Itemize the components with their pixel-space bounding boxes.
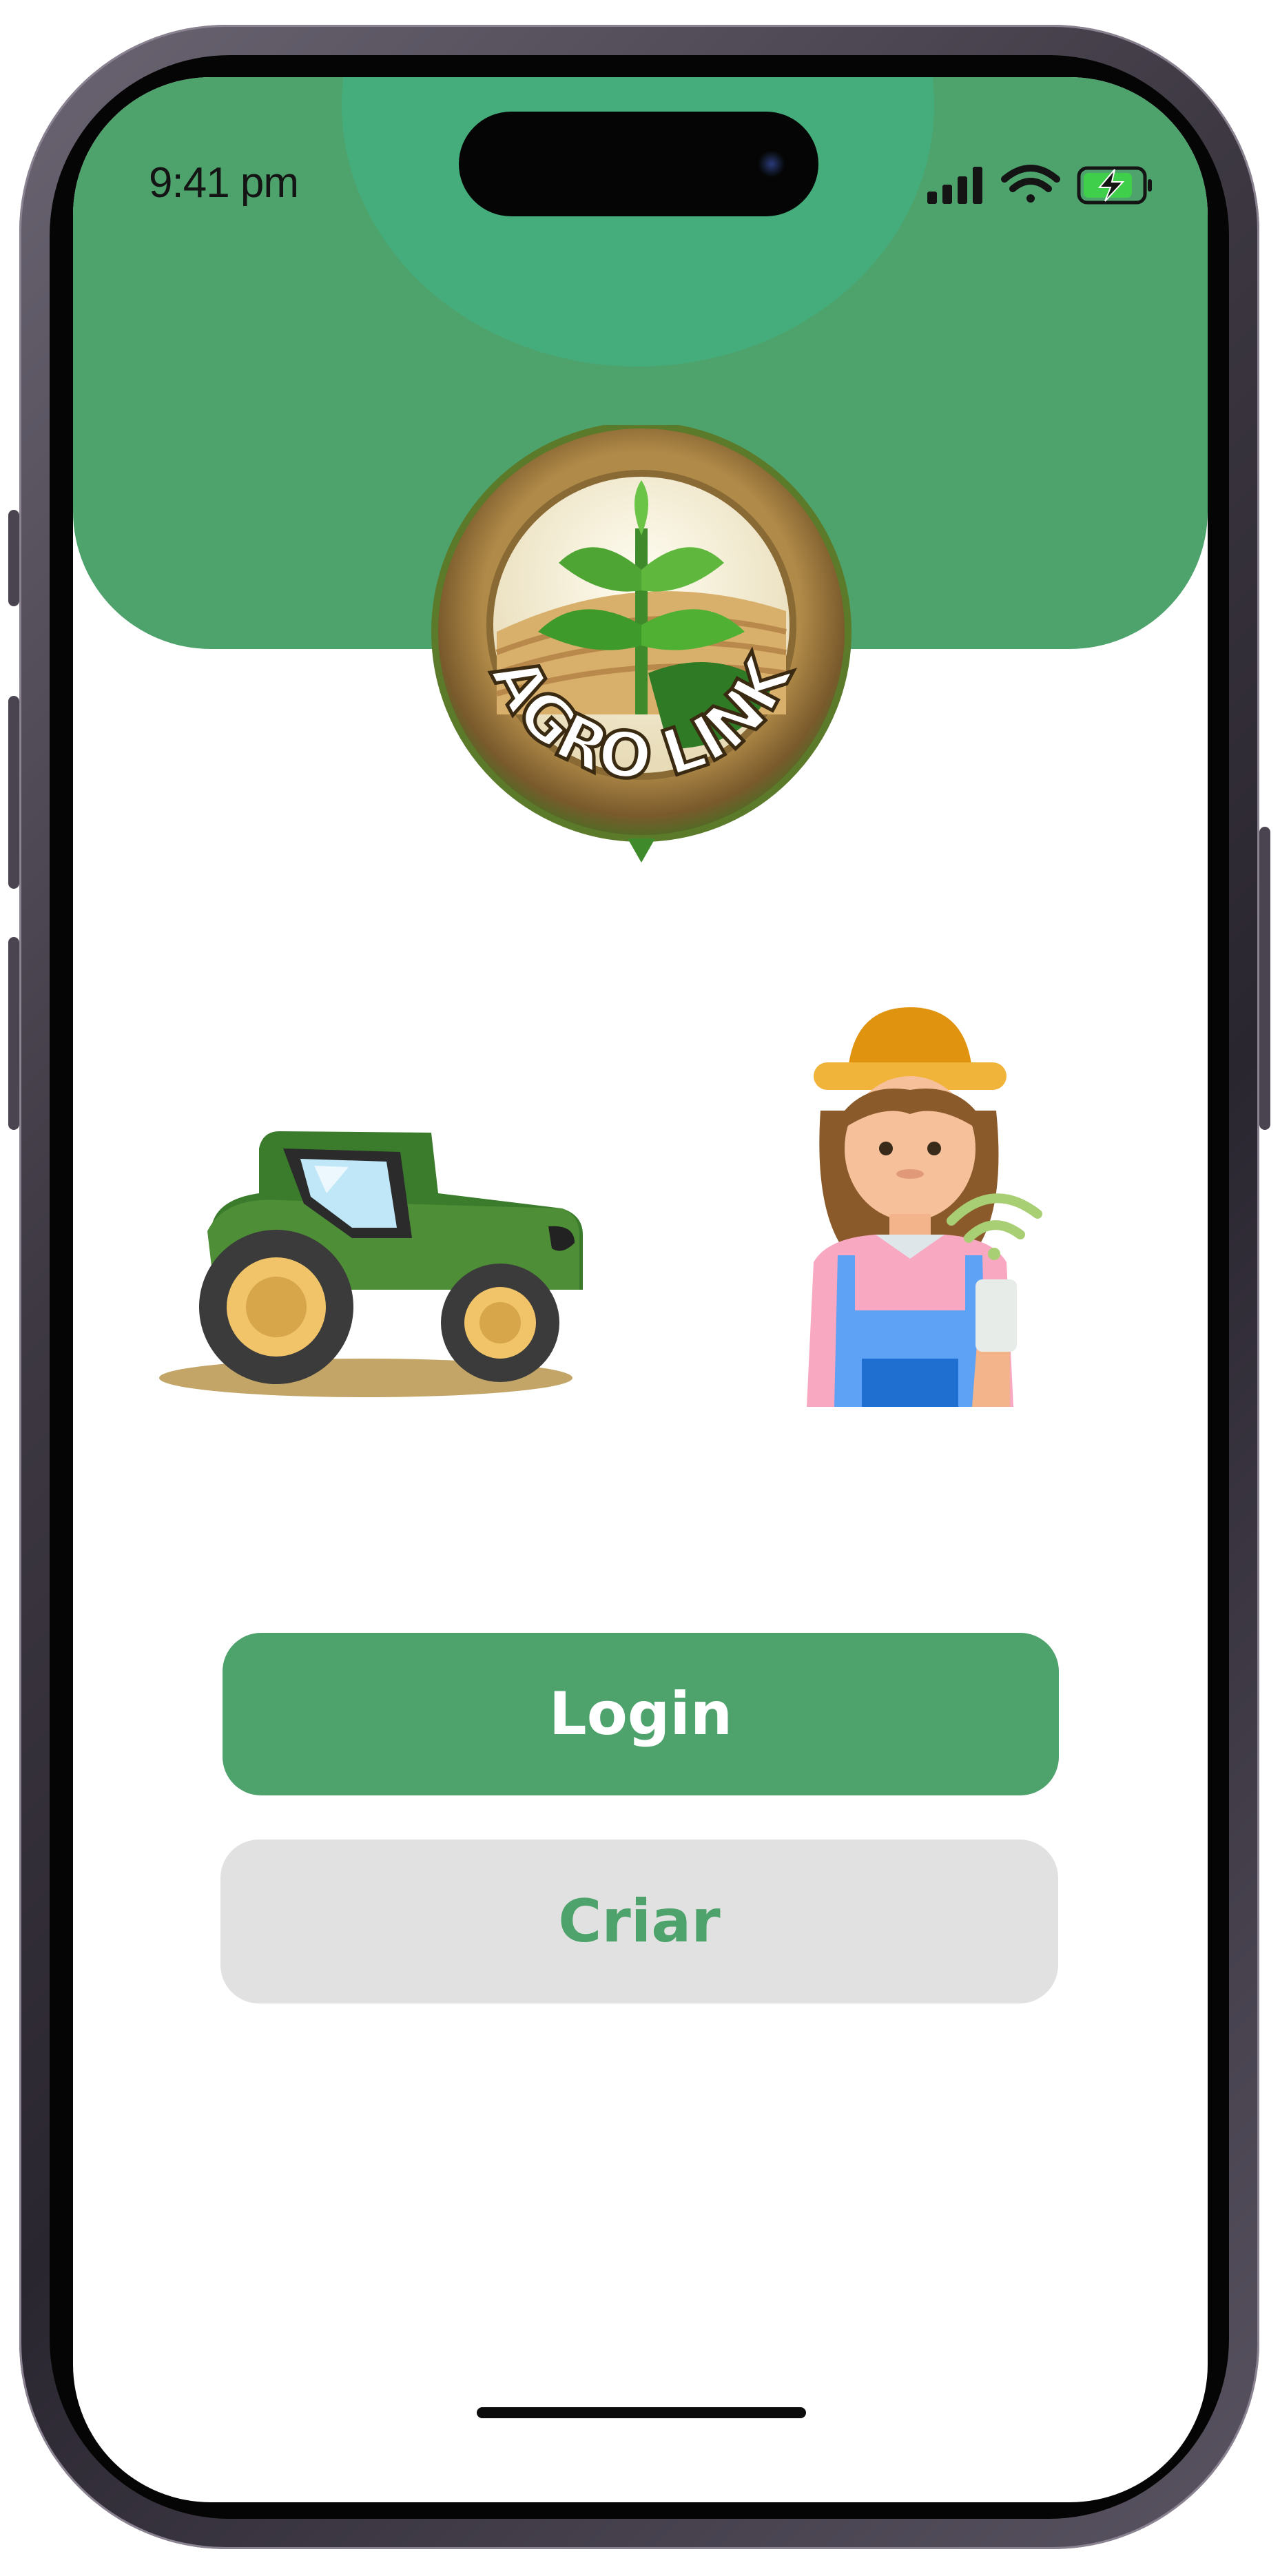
status-icons [927, 165, 1152, 205]
dynamic-island [459, 112, 818, 216]
cellular-signal-icon [927, 167, 982, 204]
wifi-icon [1001, 165, 1060, 203]
volume-down-button [8, 937, 19, 1130]
login-button[interactable]: Login [223, 1633, 1059, 1795]
app-screen: 9:41 pm AGRO LINK Login Criar [73, 77, 1208, 2502]
home-indicator[interactable] [477, 2407, 806, 2418]
action-button [8, 510, 19, 606]
device-mockup: 9:41 pm AGRO LINK Login Criar [0, 0, 1280, 2576]
status-time: 9:41 pm [149, 159, 299, 207]
battery-charging-icon [1077, 166, 1152, 205]
power-button [1259, 827, 1270, 1130]
tractor-illustration [159, 1131, 583, 1397]
create-account-button[interactable]: Criar [220, 1840, 1058, 2003]
volume-up-button [8, 696, 19, 889]
agro-link-logo: AGRO LINK [431, 425, 851, 863]
farmer-woman-illustration [807, 1007, 1042, 1407]
front-camera-icon [758, 150, 785, 178]
